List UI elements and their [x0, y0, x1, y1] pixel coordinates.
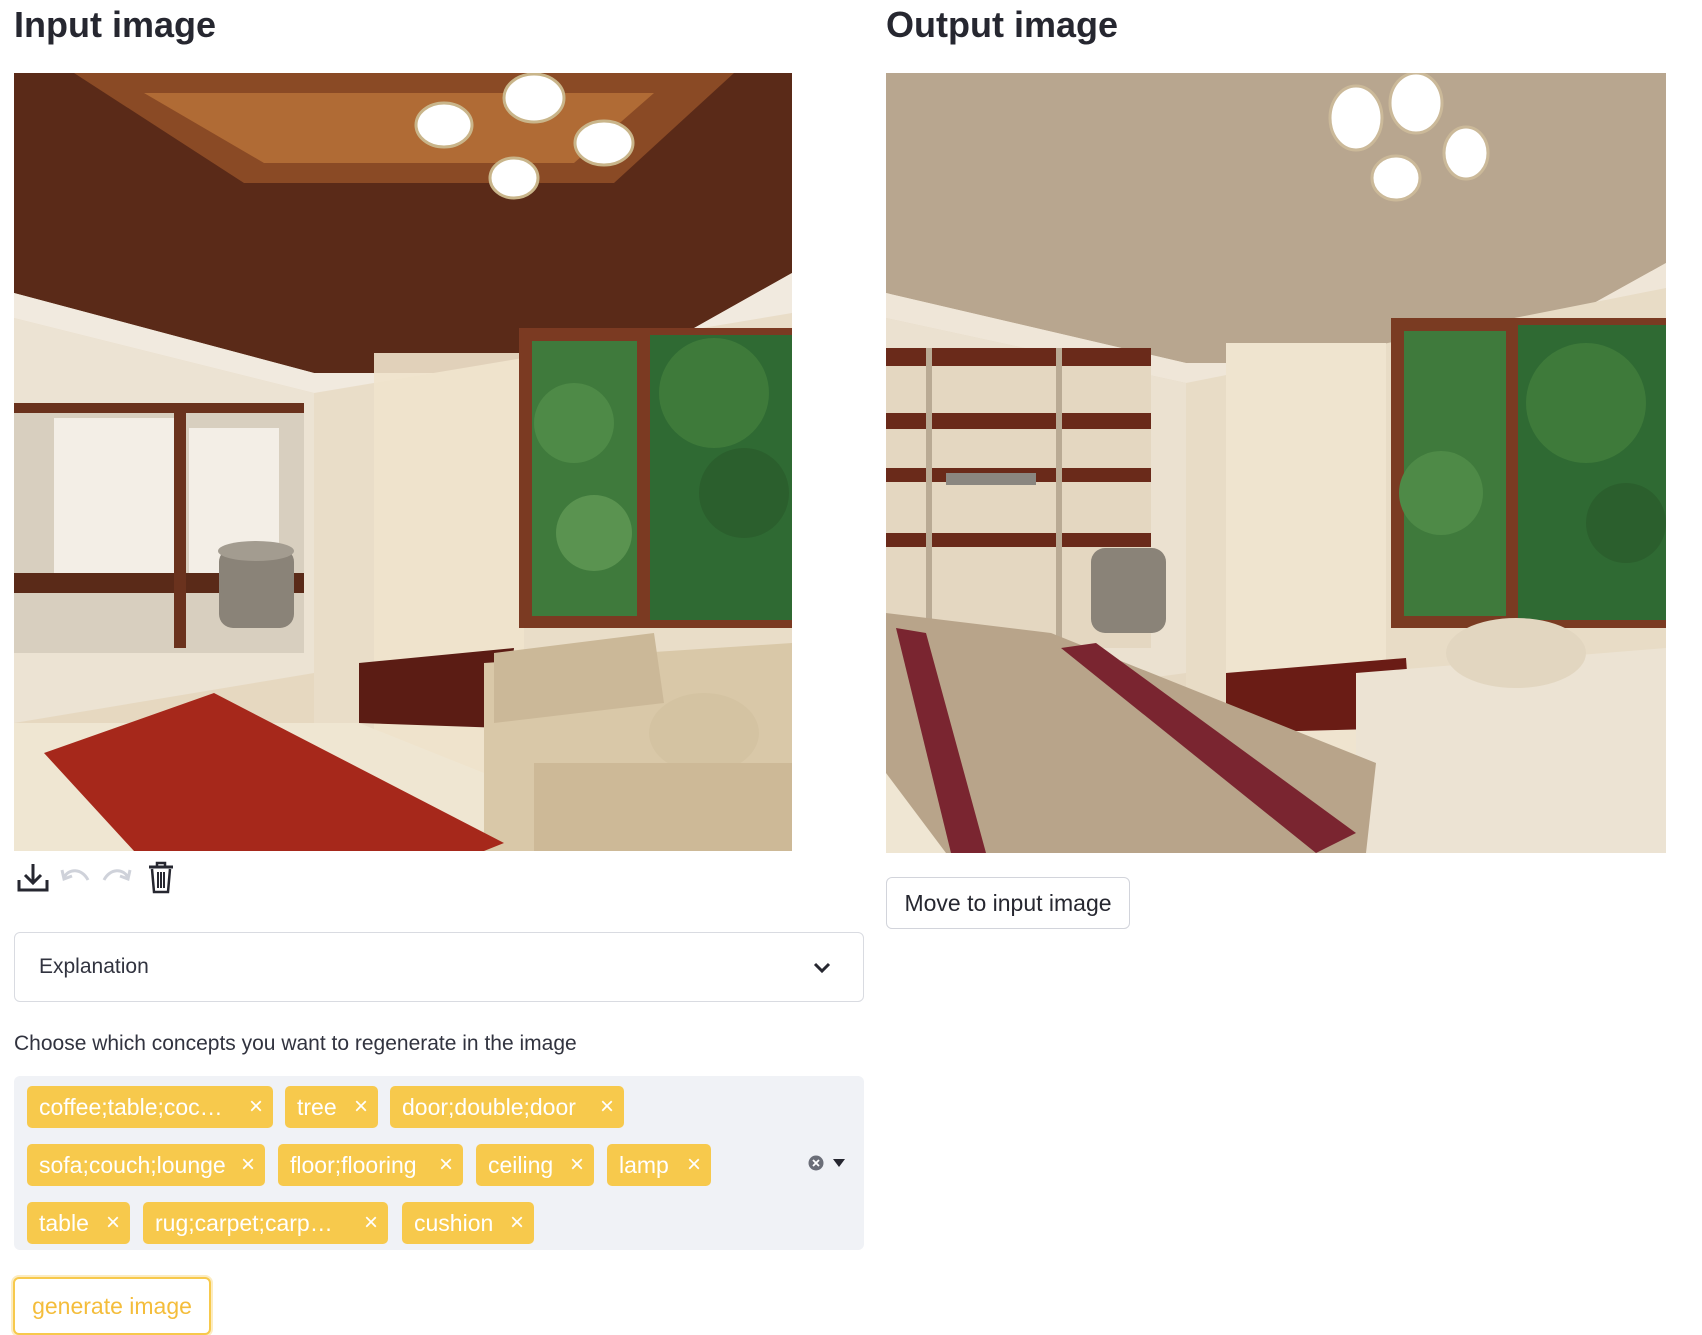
tag-remove-icon[interactable]: ×	[570, 1144, 584, 1186]
trash-icon[interactable]	[142, 858, 180, 896]
download-icon[interactable]	[14, 858, 52, 896]
explanation-label: Explanation	[39, 955, 149, 978]
concept-tag[interactable]: coffee;table;coc… ×	[27, 1086, 273, 1128]
concept-tag-label: tree	[297, 1093, 337, 1120]
tag-remove-icon[interactable]: ×	[510, 1202, 524, 1244]
tag-remove-icon[interactable]: ×	[439, 1144, 453, 1186]
tag-remove-icon[interactable]: ×	[687, 1144, 701, 1186]
concept-tag-label: lamp	[619, 1151, 669, 1178]
concept-tag-label: ceiling	[488, 1151, 554, 1178]
concepts-label: Choose which concepts you want to regene…	[14, 1032, 577, 1055]
undo-icon[interactable]	[56, 858, 94, 896]
output-image	[886, 73, 1666, 853]
input-image-title: Input image	[14, 4, 217, 45]
concept-tag[interactable]: ceiling ×	[476, 1144, 594, 1186]
chevron-down-icon	[813, 962, 831, 974]
move-to-input-button[interactable]: Move to input image	[886, 877, 1130, 929]
caret-down-icon[interactable]	[832, 1158, 846, 1168]
tag-remove-icon[interactable]: ×	[249, 1086, 263, 1128]
tag-remove-icon[interactable]: ×	[106, 1202, 120, 1244]
concept-tag-label: cushion	[414, 1209, 494, 1236]
concept-tag[interactable]: tree ×	[285, 1086, 378, 1128]
concept-tag-label: floor;flooring	[290, 1151, 417, 1178]
input-image[interactable]	[14, 73, 792, 851]
concept-tag[interactable]: lamp ×	[607, 1144, 711, 1186]
concept-tag[interactable]: cushion ×	[402, 1202, 534, 1244]
concept-tag[interactable]: table ×	[27, 1202, 130, 1244]
concept-tag-label: door;double;door	[402, 1093, 576, 1120]
output-image-title: Output image	[886, 4, 1118, 45]
concepts-multiselect[interactable]: coffee;table;coc… × tree × door;double;d…	[14, 1076, 864, 1250]
explanation-expander[interactable]: Explanation	[14, 932, 864, 1002]
concept-tag[interactable]: floor;flooring ×	[278, 1144, 463, 1186]
tag-remove-icon[interactable]: ×	[241, 1144, 255, 1186]
concept-tag[interactable]: sofa;couch;lounge ×	[27, 1144, 265, 1186]
tag-remove-icon[interactable]: ×	[354, 1086, 368, 1128]
concept-tag-label: rug;carpet;carpe…	[155, 1209, 345, 1236]
concept-tag-label: table	[39, 1209, 89, 1236]
generate-image-button[interactable]: generate image	[13, 1277, 211, 1335]
clear-all-icon[interactable]	[808, 1155, 824, 1171]
concept-tag[interactable]: door;double;door ×	[390, 1086, 624, 1128]
tag-remove-icon[interactable]: ×	[600, 1086, 614, 1128]
concept-tag-label: sofa;couch;lounge	[39, 1151, 226, 1178]
concept-tag[interactable]: rug;carpet;carpe… ×	[143, 1202, 388, 1244]
tag-remove-icon[interactable]: ×	[364, 1202, 378, 1244]
redo-icon[interactable]	[98, 858, 136, 896]
concept-tag-label: coffee;table;coc…	[39, 1093, 223, 1120]
